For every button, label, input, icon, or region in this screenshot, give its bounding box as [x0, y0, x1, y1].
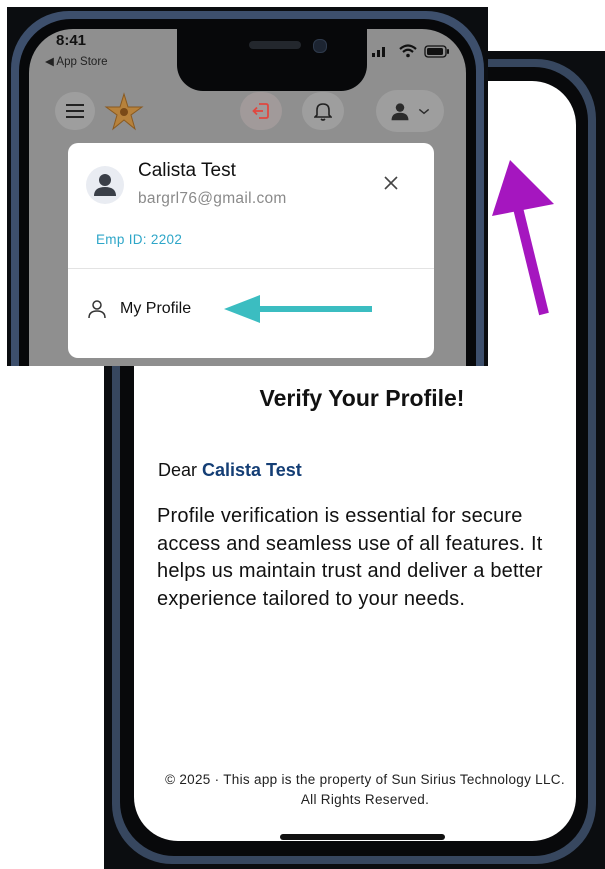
star-logo[interactable] [104, 92, 144, 132]
back-to-app-store[interactable]: ◀ App Store [45, 54, 108, 68]
greeting: Dear Calista Test [158, 460, 302, 481]
camera [313, 39, 327, 53]
my-profile-menu-item[interactable]: My Profile [120, 300, 191, 318]
close-icon[interactable] [380, 172, 402, 194]
user-icon [391, 103, 409, 121]
avatar [86, 166, 124, 204]
greeting-name: Calista Test [202, 460, 302, 480]
wifi-icon [399, 44, 417, 58]
profile-email: bargrl76@gmail.com [138, 190, 287, 207]
profile-name: Calista Test [138, 160, 236, 181]
copyright-footer: © 2025 · This app is the property of Sun… [165, 772, 565, 807]
greeting-label: Dear [158, 460, 198, 480]
status-time: 8:41 [56, 32, 87, 49]
bell-icon [314, 103, 332, 121]
verify-body: Profile verification is essential for se… [157, 505, 543, 610]
notch [177, 29, 367, 91]
battery-icon [424, 44, 449, 58]
user-outline-icon [88, 300, 106, 319]
employee-id: Emp ID: 2202 [96, 232, 183, 247]
chevron-down-icon [418, 108, 430, 115]
status-icons [372, 44, 450, 58]
verify-title: Verify Your Profile! [259, 385, 465, 411]
logout-icon [252, 103, 269, 119]
notification-button[interactable] [302, 92, 344, 130]
logout-button[interactable] [240, 92, 282, 130]
home-indicator[interactable] [280, 834, 445, 840]
teal-arrow-annotation [224, 295, 372, 323]
divider [68, 268, 434, 269]
menu-button[interactable] [55, 92, 95, 130]
hamburger-icon [66, 104, 84, 118]
signal-icon [372, 47, 385, 57]
profile-menu-button[interactable] [376, 90, 444, 132]
purple-arrow-annotation [492, 160, 554, 316]
speaker [249, 41, 301, 49]
user-icon [94, 174, 116, 196]
